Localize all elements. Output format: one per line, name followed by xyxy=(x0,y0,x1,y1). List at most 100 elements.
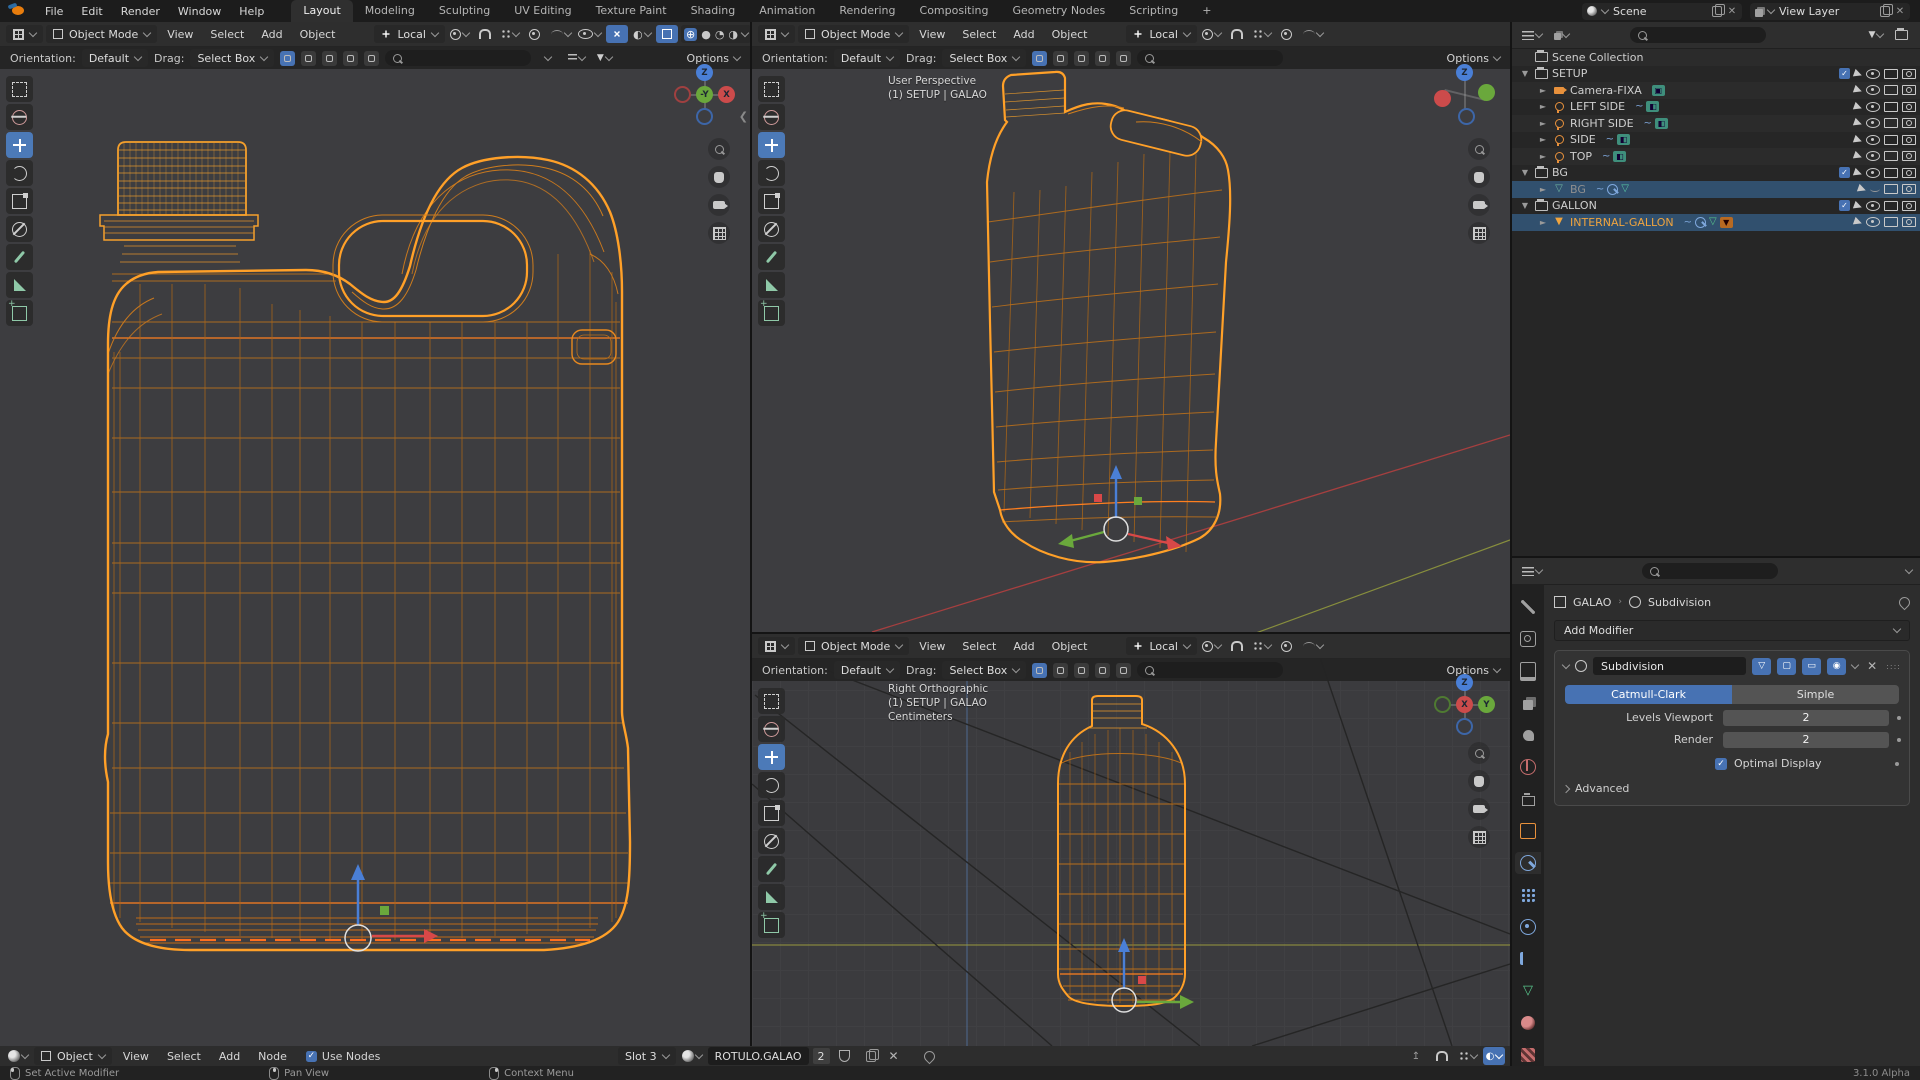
tool-add-cube[interactable] xyxy=(6,299,33,326)
tab-collection[interactable] xyxy=(1515,788,1541,811)
breadcrumb-modifier[interactable]: Subdivision xyxy=(1648,596,1711,609)
disable-viewport-toggle[interactable] xyxy=(1884,167,1898,178)
material-name-field[interactable]: ROTULO.GALAO xyxy=(707,1047,809,1065)
disclosure-triangle[interactable]: ► xyxy=(1538,86,1548,95)
menu-help[interactable]: Help xyxy=(230,5,273,18)
outliner-row-internal-gallon[interactable]: ► ▼ INTERNAL-GALLON ~ ▽ ▼ xyxy=(1512,214,1920,231)
navigation-gizmo[interactable]: Z xyxy=(1434,64,1496,126)
new-scene-icon[interactable] xyxy=(1712,3,1725,17)
catmull-clark-button[interactable]: Catmull-Clark xyxy=(1565,685,1732,704)
disable-viewport-toggle[interactable] xyxy=(1884,101,1898,112)
snap-settings-dropdown[interactable] xyxy=(1251,637,1273,655)
shading-dropdown[interactable] xyxy=(740,28,750,37)
tab-render[interactable] xyxy=(1515,628,1541,651)
snap-toggle[interactable] xyxy=(1226,25,1248,43)
toggle-realtime[interactable]: ▭ xyxy=(1802,657,1822,675)
gizmo-y-ball[interactable]: Y xyxy=(1478,696,1495,713)
outliner-search-input[interactable] xyxy=(1630,27,1766,43)
outliner-row-scene-collection[interactable]: Scene Collection xyxy=(1512,49,1920,66)
transform-orientation-dropdown[interactable]: Local xyxy=(1126,25,1197,43)
gizmo-y-ball[interactable] xyxy=(1478,84,1495,101)
outliner-row-bg-object[interactable]: ► ▽ BG ~ ▽ xyxy=(1512,181,1920,198)
drag-dropdown[interactable]: Select Box xyxy=(190,49,275,67)
disable-render-toggle[interactable] xyxy=(1902,184,1916,195)
properties-search-input[interactable] xyxy=(1642,563,1778,579)
perspective-toggle-button[interactable] xyxy=(1468,222,1490,244)
tab-geometry-nodes[interactable]: Geometry Nodes xyxy=(1000,0,1117,22)
tool-orientation-dropdown[interactable]: Default xyxy=(833,661,901,679)
xray-toggle[interactable] xyxy=(655,25,678,43)
menu-select[interactable]: Select xyxy=(955,28,1003,41)
tab-physics[interactable] xyxy=(1515,915,1541,938)
menu-node[interactable]: Node xyxy=(251,1050,294,1063)
levels-viewport-field[interactable]: 2 xyxy=(1723,709,1889,726)
grease-dropdown[interactable] xyxy=(537,49,559,67)
snap-toggle[interactable] xyxy=(474,25,496,43)
gizmo-neg-z-ball[interactable] xyxy=(696,108,713,125)
select-mode-new[interactable] xyxy=(1032,662,1048,678)
tool-rotate[interactable] xyxy=(758,772,785,798)
disclosure-triangle[interactable]: ► xyxy=(1538,119,1548,128)
select-mode-extend[interactable] xyxy=(301,50,317,66)
pivot-point-dropdown[interactable] xyxy=(448,25,471,43)
drag-dropdown[interactable]: Select Box xyxy=(942,49,1027,67)
menu-object[interactable]: Object xyxy=(293,28,343,41)
delete-modifier-button[interactable]: ✕ xyxy=(1864,659,1880,673)
modifier-name-field[interactable]: Subdivision xyxy=(1593,657,1747,675)
tab-sculpting[interactable]: Sculpting xyxy=(427,0,502,22)
navigation-gizmo[interactable]: Z X -Y xyxy=(674,64,736,126)
scene-selector[interactable]: Scene ✕ xyxy=(1582,2,1742,20)
disclosure-triangle[interactable]: ► xyxy=(1538,185,1548,194)
gizmo-x-ball[interactable] xyxy=(1434,90,1451,107)
tab-texture-paint[interactable]: Texture Paint xyxy=(584,0,679,22)
view-layer-selector[interactable]: View Layer ✕ xyxy=(1750,2,1910,20)
disable-render-toggle[interactable] xyxy=(1902,118,1916,129)
camera-view-button[interactable] xyxy=(708,194,730,216)
slot-dropdown[interactable]: Slot 3 xyxy=(618,1047,676,1065)
tool-measure[interactable] xyxy=(758,884,785,910)
menu-add[interactable]: Add xyxy=(254,28,289,41)
viewport-front[interactable]: Object Mode View Select Add Object Local… xyxy=(0,22,750,1046)
select-mode-subtract[interactable] xyxy=(1074,662,1090,678)
tab-uv-editing[interactable]: UV Editing xyxy=(502,0,583,22)
selectable-toggle[interactable] xyxy=(1852,118,1864,129)
disclosure-triangle[interactable]: ▼ xyxy=(1520,69,1530,78)
menu-render[interactable]: Render xyxy=(112,5,169,18)
select-mode-invert[interactable] xyxy=(343,50,359,66)
add-modifier-dropdown[interactable]: Add Modifier xyxy=(1554,620,1910,641)
menu-select[interactable]: Select xyxy=(955,640,1003,653)
hide-viewport-toggle[interactable] xyxy=(1866,101,1880,112)
tool-orientation-dropdown[interactable]: Default xyxy=(833,49,901,67)
selectable-toggle[interactable] xyxy=(1852,134,1864,145)
material-users-count[interactable]: 2 xyxy=(812,1048,830,1064)
exclude-checkbox[interactable]: ✓ xyxy=(1839,200,1850,212)
menu-window[interactable]: Window xyxy=(169,5,230,18)
select-mode-subtract[interactable] xyxy=(1074,50,1090,66)
mode-dropdown[interactable]: Object Mode xyxy=(798,637,910,655)
tab-scene[interactable] xyxy=(1515,724,1541,747)
tool-annotate[interactable] xyxy=(758,244,785,270)
disable-render-toggle[interactable] xyxy=(1902,217,1916,228)
add-workspace-button[interactable]: + xyxy=(1190,0,1223,22)
pan-button[interactable] xyxy=(1468,770,1490,792)
pivot-point-dropdown[interactable] xyxy=(1200,637,1223,655)
outliner-row-gallon-collection[interactable]: ▼ GALLON ✓ xyxy=(1512,198,1920,215)
gizmo-neg-z-ball[interactable] xyxy=(1456,718,1473,735)
menu-edit[interactable]: Edit xyxy=(72,5,111,18)
hide-viewport-toggle[interactable] xyxy=(1866,167,1880,178)
menu-select[interactable]: Select xyxy=(203,28,251,41)
outliner-row-side[interactable]: ► SIDE ~ ◧ xyxy=(1512,132,1920,149)
tab-animation[interactable]: Animation xyxy=(747,0,827,22)
menu-select[interactable]: Select xyxy=(160,1050,208,1063)
tool-transform[interactable] xyxy=(6,216,33,242)
selectable-toggle[interactable] xyxy=(1852,68,1864,79)
tool-rotate[interactable] xyxy=(758,160,785,186)
camera-view-button[interactable] xyxy=(1468,798,1490,820)
toggle-on-cage[interactable]: ▽ xyxy=(1752,657,1772,675)
new-collection-button[interactable] xyxy=(1890,26,1912,44)
toggle-edit-mode[interactable]: ▢ xyxy=(1777,657,1797,675)
snap-settings-dropdown[interactable] xyxy=(1457,1047,1479,1065)
tool-select-box[interactable] xyxy=(758,688,785,714)
overlays-dropdown[interactable]: ◐ xyxy=(1483,1047,1505,1065)
tool-scale[interactable] xyxy=(758,188,785,214)
